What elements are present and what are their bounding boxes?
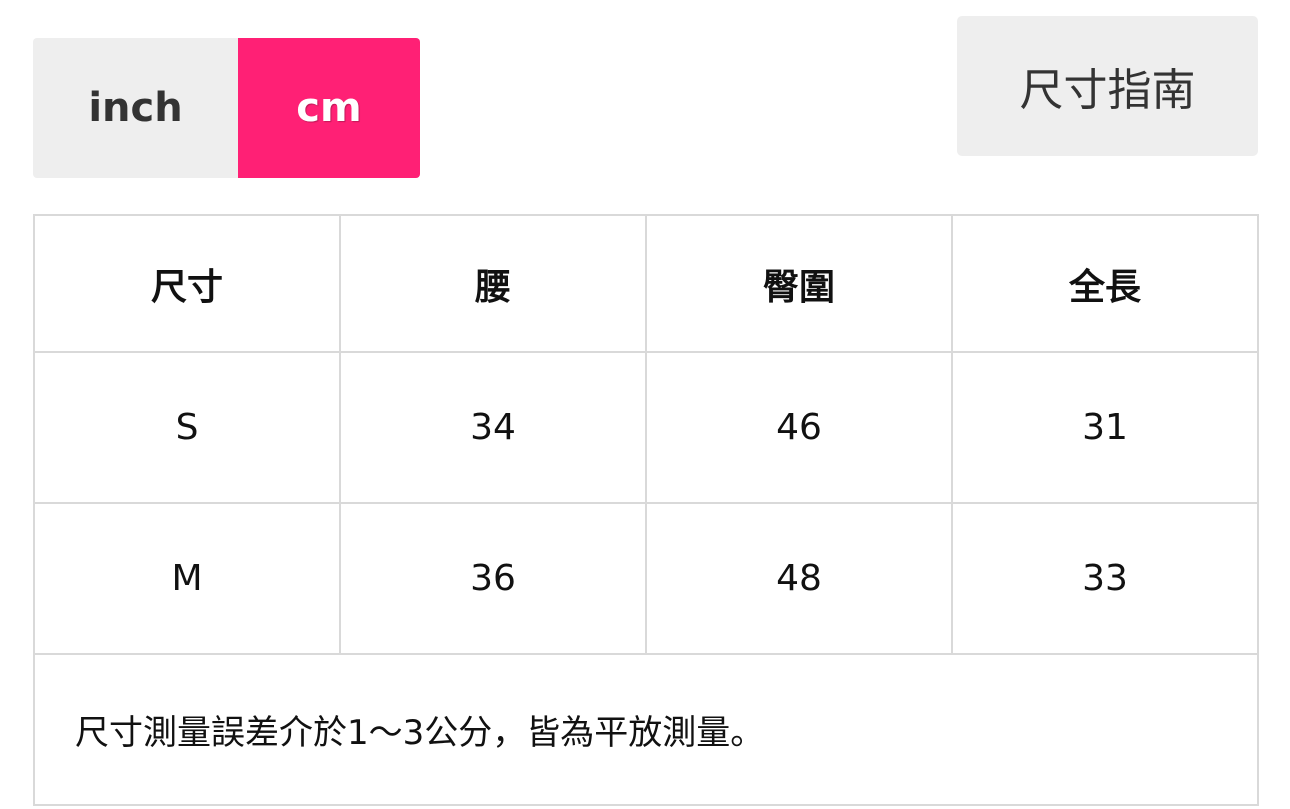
header-hip: 臀圍 — [645, 214, 953, 353]
table-row: M 36 48 33 — [33, 502, 1259, 655]
measurement-note: 尺寸測量誤差介於1～3公分，皆為平放測量。 — [33, 653, 1259, 806]
table-note-row: 尺寸測量誤差介於1～3公分，皆為平放測量。 — [33, 653, 1259, 806]
cell-waist: 36 — [339, 502, 647, 655]
cell-hip: 48 — [645, 502, 953, 655]
cell-length: 31 — [951, 351, 1259, 504]
header-length: 全長 — [951, 214, 1259, 353]
header-size: 尺寸 — [33, 214, 341, 353]
cell-hip: 46 — [645, 351, 953, 504]
table-header-row: 尺寸 腰 臀圍 全長 — [33, 214, 1259, 353]
unit-toggle: inch cm — [33, 38, 420, 178]
cell-waist: 34 — [339, 351, 647, 504]
unit-inch-button[interactable]: inch — [33, 38, 238, 178]
cell-size: S — [33, 351, 341, 504]
cell-size: M — [33, 502, 341, 655]
table-row: S 34 46 31 — [33, 351, 1259, 504]
header-waist: 腰 — [339, 214, 647, 353]
unit-cm-button[interactable]: cm — [238, 38, 420, 178]
size-table: 尺寸 腰 臀圍 全長 S 34 46 31 M 36 48 33 尺寸測量誤差介… — [33, 214, 1259, 806]
size-guide-button[interactable]: 尺寸指南 — [957, 16, 1258, 156]
cell-length: 33 — [951, 502, 1259, 655]
